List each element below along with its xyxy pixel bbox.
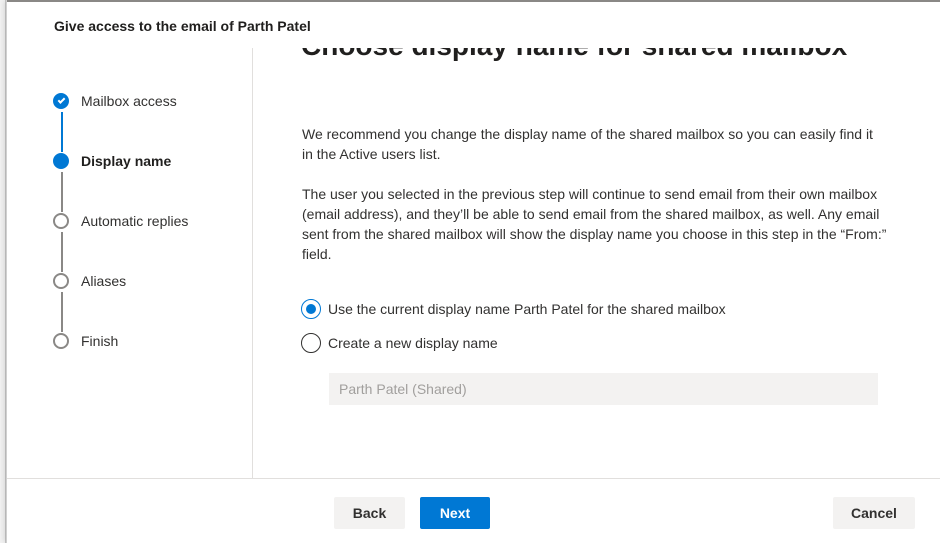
step-finish[interactable]: Finish [53, 330, 243, 352]
step-label: Display name [81, 153, 172, 169]
step-connector [61, 292, 63, 332]
wizard-steps: Mailbox access Display name Automatic re… [7, 48, 253, 478]
checkmark-icon [53, 93, 69, 109]
pending-step-circle-icon [53, 273, 69, 289]
option-use-current-name[interactable]: Use the current display name Parth Patel… [301, 299, 861, 321]
cancel-button[interactable]: Cancel [833, 497, 915, 529]
step-aliases[interactable]: Aliases [53, 270, 243, 292]
option-label: Use the current display name Parth Patel… [328, 301, 726, 317]
panel-title: Give access to the email of Parth Patel [54, 18, 311, 34]
new-display-name-input[interactable] [329, 373, 878, 405]
flyout-panel: Give access to the email of Parth Patel … [6, 0, 940, 543]
step-connector [61, 232, 63, 272]
radio-button[interactable] [301, 333, 321, 353]
step-automatic-replies[interactable]: Automatic replies [53, 210, 243, 232]
pending-step-circle-icon [53, 333, 69, 349]
explanation-text: The user you selected in the previous st… [302, 186, 887, 262]
step-label: Mailbox access [81, 93, 177, 109]
step-connector [61, 172, 63, 212]
step-content: Choose display name for shared mailbox W… [254, 48, 940, 478]
current-step-dot-icon [53, 153, 69, 169]
step-label: Finish [81, 333, 119, 349]
step-label: Aliases [81, 273, 127, 289]
step-mailbox-access[interactable]: Mailbox access [53, 90, 243, 112]
recommendation-text: We recommend you change the display name… [302, 126, 873, 162]
page-title: Choose display name for shared mailbox [301, 48, 847, 62]
back-button[interactable]: Back [334, 497, 405, 529]
step-connector [61, 112, 63, 152]
option-label: Create a new display name [328, 335, 498, 351]
next-button[interactable]: Next [420, 497, 490, 529]
pending-step-circle-icon [53, 213, 69, 229]
option-create-new-name[interactable]: Create a new display name [301, 333, 861, 355]
step-display-name[interactable]: Display name [53, 150, 243, 172]
step-label: Automatic replies [81, 213, 189, 229]
radio-button-selected[interactable] [301, 299, 321, 319]
panel-footer: Back Next Cancel [7, 478, 940, 543]
panel-header: Give access to the email of Parth Patel [7, 0, 940, 48]
